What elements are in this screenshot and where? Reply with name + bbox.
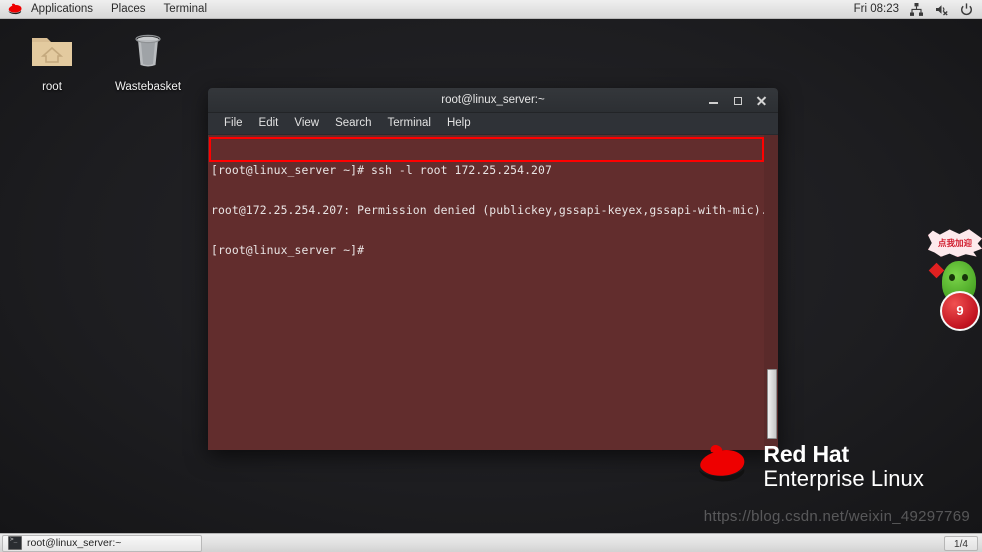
minimize-icon[interactable] — [708, 95, 719, 106]
taskbar: root@linux_server:~ 1/4 — [0, 533, 982, 552]
terminal-text: [root@linux_server ~]# ssh -l root 172.2… — [211, 137, 768, 284]
terminal-window[interactable]: root@linux_server:~ File Edit View Searc… — [208, 88, 778, 450]
applications-menu[interactable]: Applications — [22, 0, 102, 19]
desktop-screen: Applications Places Terminal Fri 08:23 r… — [0, 0, 982, 552]
taskbar-window-label: root@linux_server:~ — [27, 537, 122, 549]
workspace-indicator[interactable]: 1/4 — [944, 535, 978, 551]
desktop-icon-root[interactable]: root — [8, 29, 96, 94]
terminal-line: [root@linux_server ~]# ssh -l root 172.2… — [211, 162, 552, 177]
widget-bubble-text[interactable]: 点我加迎 — [928, 229, 982, 257]
menu-file[interactable]: File — [216, 113, 251, 134]
volume-muted-icon[interactable] — [934, 2, 949, 17]
window-title: root@linux_server:~ — [441, 94, 545, 106]
terminal-scrollbar[interactable] — [764, 135, 778, 450]
clock[interactable]: Fri 08:23 — [854, 3, 899, 15]
home-folder-icon — [8, 29, 96, 77]
panel-menu: Applications Places Terminal — [22, 0, 216, 19]
places-menu[interactable]: Places — [102, 0, 155, 19]
menu-terminal[interactable]: Terminal — [380, 113, 439, 134]
power-icon[interactable] — [959, 2, 974, 17]
menu-help[interactable]: Help — [439, 113, 479, 134]
terminal-line: [root@linux_server ~]# — [211, 243, 365, 258]
terminal-icon — [8, 536, 22, 550]
terminal-output-area[interactable]: [root@linux_server ~]# ssh -l root 172.2… — [208, 135, 778, 450]
top-panel: Applications Places Terminal Fri 08:23 — [0, 0, 982, 19]
desktop-icon-wastebasket[interactable]: Wastebasket — [104, 29, 192, 94]
maximize-icon[interactable] — [732, 95, 743, 106]
taskbar-window-button[interactable]: root@linux_server:~ — [2, 534, 202, 552]
rhel-line-2: Enterprise Linux — [763, 466, 924, 492]
terminal-line: root@172.25.254.207: Permission denied (… — [211, 203, 768, 218]
terminal-titlebar[interactable]: root@linux_server:~ — [208, 88, 778, 113]
menu-edit[interactable]: Edit — [251, 113, 287, 134]
terminal-menu[interactable]: Terminal — [155, 0, 216, 19]
close-icon[interactable] — [756, 95, 767, 106]
terminal-menubar: File Edit View Search Terminal Help — [208, 113, 778, 135]
panel-status-area: Fri 08:23 — [854, 2, 982, 17]
network-icon[interactable] — [909, 2, 924, 17]
trash-bin-icon — [104, 29, 192, 77]
floating-chat-widget[interactable]: 点我加迎 9 — [928, 229, 982, 354]
redhat-fedora-logo — [693, 442, 751, 491]
desktop-area: root Wastebasket root@linux_server:~ Fil… — [0, 19, 982, 533]
menu-view[interactable]: View — [286, 113, 327, 134]
window-controls — [708, 95, 778, 106]
rhel-line-1: Red Hat — [763, 441, 849, 468]
scrollbar-thumb[interactable] — [767, 369, 777, 439]
desktop-icon-label: Wastebasket — [114, 81, 182, 93]
rhel-branding: Red Hat Enterprise Linux — [693, 442, 924, 491]
menu-search[interactable]: Search — [327, 113, 379, 134]
desktop-icon-label: root — [42, 81, 62, 93]
widget-badge[interactable]: 9 — [940, 291, 980, 331]
watermark-url: https://blog.csdn.net/weixin_49297769 — [703, 508, 970, 525]
redhat-fedora-icon — [6, 2, 24, 16]
rhel-text: Red Hat Enterprise Linux — [763, 442, 924, 491]
